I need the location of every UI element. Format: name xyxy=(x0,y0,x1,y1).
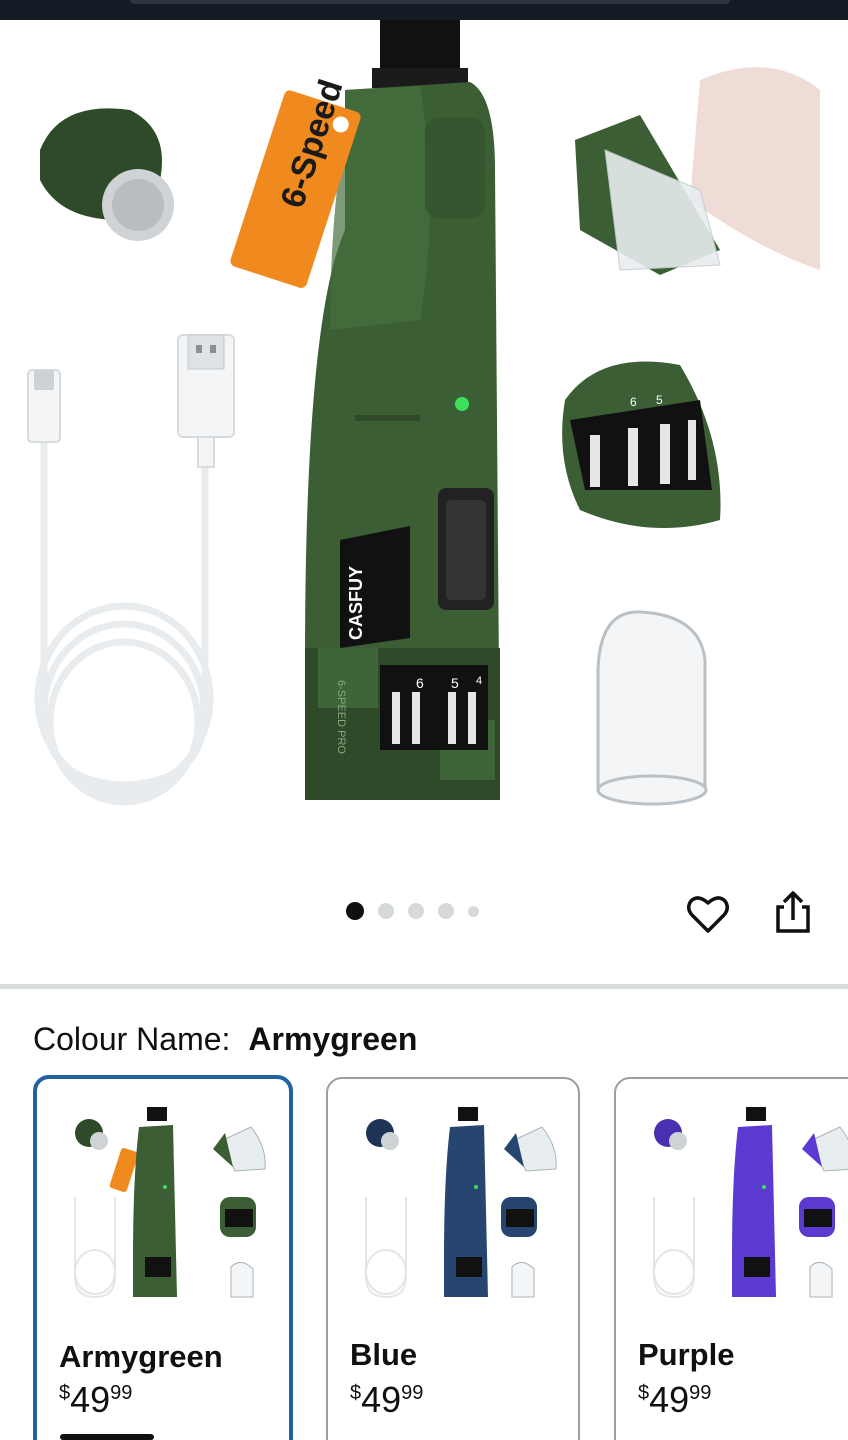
price-fraction: 99 xyxy=(401,1382,424,1404)
swatch-price: $4999 xyxy=(59,1379,132,1421)
carousel-dot[interactable] xyxy=(468,905,479,917)
price-currency: $ xyxy=(350,1382,362,1404)
dial-number-5: 5 xyxy=(451,675,459,691)
brand-subtext: SPEED CONTROL xyxy=(294,580,304,658)
status-bar xyxy=(0,0,848,20)
product-image[interactable]: 6-Speed CASFUY SPEED CONTROL 6-SPEED PRO… xyxy=(0,20,848,850)
swatch-name: Blue xyxy=(350,1337,418,1372)
dial-number-4: 4 xyxy=(476,675,482,687)
swatch-name: Armygreen xyxy=(59,1339,223,1374)
share-button[interactable] xyxy=(772,890,814,936)
carousel-dot[interactable] xyxy=(378,903,394,919)
colour-label: Colour Name: xyxy=(33,1021,231,1057)
inset-dial-number-6: 6 xyxy=(630,395,637,409)
brand-text: CASFUY xyxy=(346,566,366,640)
paw-guard-image xyxy=(575,67,820,275)
price-whole: 49 xyxy=(649,1379,690,1420)
wishlist-button[interactable] xyxy=(686,892,730,936)
price-fraction: 99 xyxy=(689,1382,712,1404)
price-currency: $ xyxy=(638,1382,650,1404)
usb-cable-image xyxy=(34,440,214,806)
colour-value: Armygreen xyxy=(248,1021,418,1057)
carousel-dot[interactable] xyxy=(346,902,364,920)
swatch-thumbnail-purple xyxy=(653,1107,848,1299)
colour-name-row: Colour Name: Armygreen xyxy=(33,1020,417,1058)
swatch-thumbnail-blue xyxy=(365,1107,557,1299)
dial-number-6: 6 xyxy=(416,675,424,691)
carousel-dot[interactable] xyxy=(408,903,424,919)
home-indicator xyxy=(60,1434,154,1440)
grinding-head-image xyxy=(40,108,174,241)
carousel-indicator xyxy=(346,902,479,920)
price-whole: 49 xyxy=(70,1379,111,1420)
price-currency: $ xyxy=(59,1382,71,1404)
heart-icon xyxy=(687,896,729,933)
product-illustration: 6-Speed CASFUY SPEED CONTROL 6-SPEED PRO… xyxy=(27,20,820,806)
side-text: 6-SPEED PRO xyxy=(335,680,347,754)
swatch-price: $4999 xyxy=(638,1379,711,1421)
swatch-price: $4999 xyxy=(350,1379,423,1421)
clear-cap-image xyxy=(596,610,708,806)
share-icon xyxy=(776,891,810,933)
swatch-purple[interactable]: Purple $4999 xyxy=(614,1077,848,1440)
status-bar-edge xyxy=(130,0,730,4)
swatch-name: Purple xyxy=(638,1337,735,1372)
speed-dial-image xyxy=(562,361,721,528)
colour-swatch-list: Armygreen $4999 Blue $4999 Purple $4999 xyxy=(0,1075,848,1440)
price-whole: 49 xyxy=(361,1379,402,1420)
section-divider xyxy=(0,984,848,989)
swatch-armygreen[interactable]: Armygreen $4999 xyxy=(33,1075,293,1440)
swatch-thumbnail-armygreen xyxy=(74,1107,266,1299)
carousel-dot[interactable] xyxy=(438,903,454,919)
inset-dial-number-5: 5 xyxy=(656,393,663,407)
swatch-blue[interactable]: Blue $4999 xyxy=(326,1077,580,1440)
price-fraction: 99 xyxy=(110,1382,133,1404)
